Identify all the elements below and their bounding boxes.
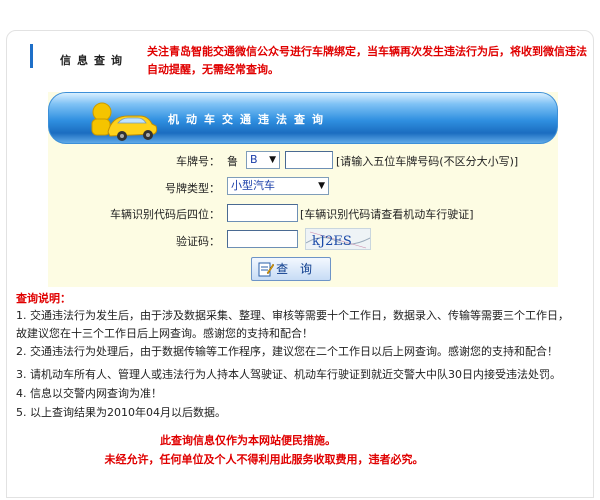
chevron-down-icon: ▼ bbox=[318, 181, 325, 191]
help-title: 查询说明： bbox=[16, 292, 71, 305]
car-mascot-icon bbox=[91, 102, 158, 141]
wechat-notice: 关注青岛智能交通微信公众号进行车牌绑定，当车辆再次发生违法行为后，将收到微信违法… bbox=[147, 45, 587, 76]
plate-type-value: 小型汽车 bbox=[231, 179, 275, 192]
edit-document-icon bbox=[258, 262, 274, 277]
footer-line-1: 此查询信息仅作为本网站便民措施。 bbox=[160, 434, 336, 447]
page-title: 信息查询 bbox=[60, 54, 128, 67]
captcha-text: kJ2ES bbox=[312, 234, 352, 249]
captcha-input[interactable] bbox=[227, 230, 298, 248]
help-item-2: 2. 交通违法行为处理后，由于数据传输等工作程序，建议您在二个工作日以后上网查询… bbox=[16, 345, 558, 358]
plate-prefix: 鲁 bbox=[227, 155, 238, 168]
help-item-5: 5. 以上查询结果为2010年04月以后数据。 bbox=[16, 406, 226, 419]
query-button-label: 查 询 bbox=[276, 262, 316, 276]
plate-label: 车牌号： bbox=[176, 155, 220, 168]
banner-title: 机动车交通违法查询 bbox=[168, 113, 330, 126]
help-item-4: 4. 信息以交警内网查询为准！ bbox=[16, 387, 162, 400]
vin-label: 车辆识别代码后四位： bbox=[110, 208, 220, 221]
plate-letter-select[interactable]: B ▼ bbox=[246, 151, 280, 169]
footer-line-2: 未经允许，任何单位及个人不得利用此服务收取费用，违者必究。 bbox=[104, 453, 424, 466]
vin-hint: [车辆识别代码请查看机动车行驶证] bbox=[300, 208, 474, 221]
plate-type-label: 号牌类型： bbox=[165, 182, 220, 195]
query-button[interactable]: 查 询 bbox=[251, 257, 331, 281]
plate-type-select[interactable]: 小型汽车 ▼ bbox=[227, 177, 329, 195]
captcha-label: 验证码： bbox=[176, 235, 220, 248]
help-item-1b: 故建议您在十三个工作日后上网查询。感谢您的支持和配合！ bbox=[16, 327, 313, 340]
title-accent-bar bbox=[30, 44, 33, 68]
plate-letter-value: B bbox=[250, 153, 258, 166]
vin-input[interactable] bbox=[227, 204, 298, 222]
captcha-noise-icon: kJ2ES bbox=[306, 231, 370, 249]
help-item-1a: 1. 交通违法行为发生后，由于涉及数据采集、整理、审核等需要十个工作日，数据录入… bbox=[16, 309, 569, 322]
help-item-3: 3. 请机动车所有人、管理人或违法行为人持本人驾驶证、机动车行驶证到就近交警大中… bbox=[16, 368, 561, 381]
captcha-image[interactable]: kJ2ES bbox=[305, 228, 371, 250]
plate-number-input[interactable] bbox=[285, 151, 333, 169]
plate-hint: [请输入五位车牌号码(不区分大小写)] bbox=[336, 155, 519, 168]
chevron-down-icon: ▼ bbox=[269, 155, 276, 165]
